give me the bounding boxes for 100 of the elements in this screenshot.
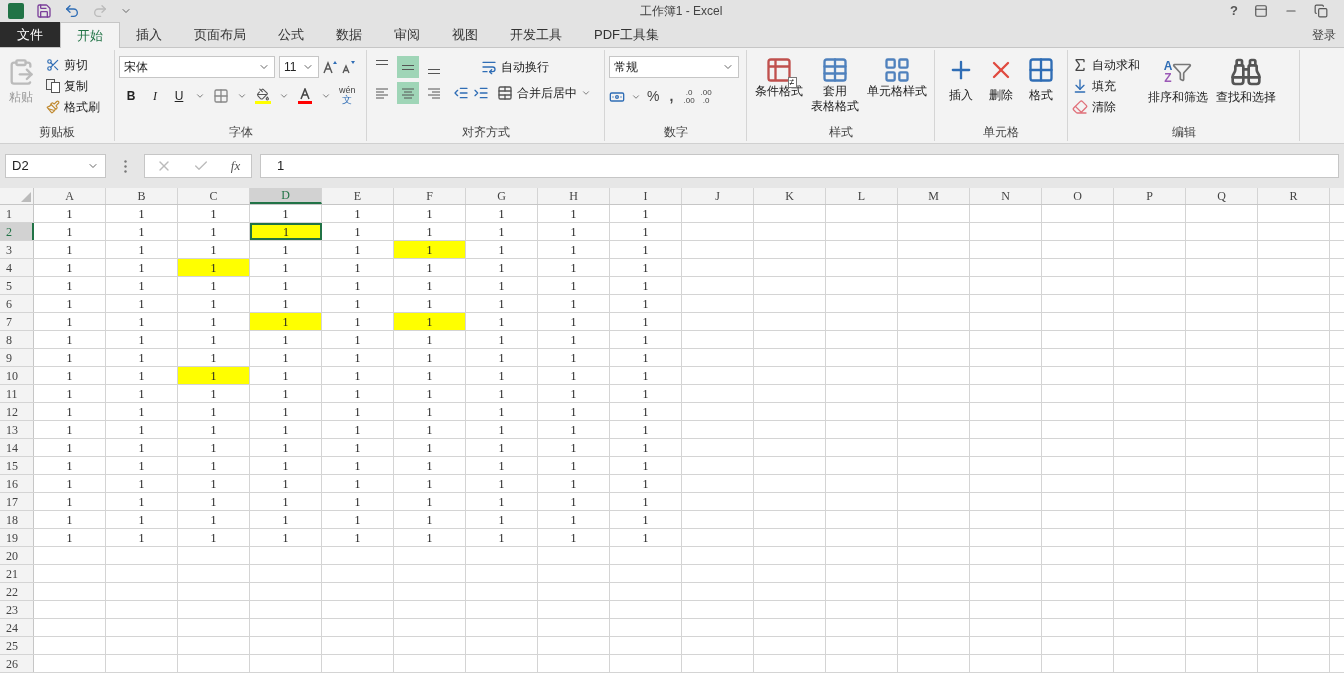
column-header[interactable]: O	[1042, 188, 1114, 204]
restore-icon[interactable]	[1314, 4, 1328, 18]
save-icon[interactable]	[36, 3, 52, 19]
row-header[interactable]: 10	[0, 367, 34, 384]
row-header[interactable]: 4	[0, 259, 34, 276]
column-header[interactable]: D	[250, 188, 322, 204]
row-header[interactable]: 25	[0, 637, 34, 654]
cells-button[interactable]: 格式	[1027, 56, 1055, 104]
insert-function-button[interactable]: fx	[230, 156, 241, 176]
shrink-font-icon[interactable]	[341, 60, 355, 74]
row-header[interactable]: 19	[0, 529, 34, 546]
decimal-button[interactable]: .00 .0	[700, 88, 712, 105]
font-name-field[interactable]: 宋体	[119, 56, 275, 78]
row-header[interactable]: 26	[0, 655, 34, 672]
row-header[interactable]: 17	[0, 493, 34, 510]
styles-button[interactable]: ≠ 条件格式	[754, 56, 803, 114]
table-cell: 1	[538, 493, 610, 510]
sign-in-link[interactable]: 登录	[1304, 22, 1344, 47]
fill-button[interactable]: 填充	[1072, 77, 1140, 95]
help-button[interactable]: ?	[1230, 1, 1238, 21]
phonetic-button[interactable]: wén 文	[339, 86, 356, 105]
number-format-field[interactable]: 常规	[609, 56, 739, 78]
row-header[interactable]: 1	[0, 205, 34, 222]
column-header[interactable]: A	[34, 188, 106, 204]
column-header[interactable]: G	[466, 188, 538, 204]
undo-icon[interactable]	[64, 3, 80, 19]
table-cell: 1	[610, 421, 682, 438]
row-header[interactable]: 23	[0, 601, 34, 618]
align-button[interactable]	[397, 56, 419, 78]
outdent-icon[interactable]	[453, 85, 469, 101]
font-color-icon[interactable]	[297, 87, 313, 104]
row-header[interactable]: 9	[0, 349, 34, 366]
row-header[interactable]: 2	[0, 223, 34, 240]
row-header[interactable]: 11	[0, 385, 34, 402]
column-header[interactable]: R	[1258, 188, 1330, 204]
fill-color-icon[interactable]	[255, 87, 271, 104]
comma-button[interactable]: ,	[665, 86, 678, 107]
styles-button[interactable]: 单元格样式	[866, 56, 927, 114]
formula-input[interactable]: 1	[260, 154, 1339, 178]
row-header[interactable]: 20	[0, 547, 34, 564]
ribbon-tab[interactable]: 开始	[60, 22, 120, 48]
column-header[interactable]: L	[826, 188, 898, 204]
ribbon-tab[interactable]: 开发工具	[494, 22, 578, 47]
font-size-field[interactable]: 11	[279, 56, 319, 78]
wrap-text-button[interactable]: 自动换行	[481, 58, 549, 76]
ribbon-tab[interactable]: 页面布局	[178, 22, 262, 47]
column-header[interactable]: Q	[1186, 188, 1258, 204]
column-header[interactable]: H	[538, 188, 610, 204]
row-header[interactable]: 24	[0, 619, 34, 636]
row-header[interactable]: 13	[0, 421, 34, 438]
column-header[interactable]: N	[970, 188, 1042, 204]
ribbon-tab[interactable]: 视图	[436, 22, 494, 47]
column-header[interactable]: F	[394, 188, 466, 204]
column-header[interactable]: I	[610, 188, 682, 204]
percent-button[interactable]: %	[647, 86, 660, 107]
underline-button[interactable]: U	[171, 86, 187, 105]
ribbon-display-icon[interactable]	[1254, 4, 1268, 18]
grow-font-icon[interactable]	[323, 60, 337, 74]
cells-button[interactable]: 插入	[947, 56, 975, 104]
column-header[interactable]: P	[1114, 188, 1186, 204]
find-select-button[interactable]: 查找和选择	[1216, 56, 1276, 116]
autosum-button[interactable]: 自动求和	[1072, 56, 1140, 74]
cells-button[interactable]: 删除	[987, 56, 1015, 104]
row-header[interactable]: 21	[0, 565, 34, 582]
file-tab[interactable]: 文件	[0, 22, 60, 47]
column-header[interactable]: K	[754, 188, 826, 204]
styles-button[interactable]: 套用 表格格式	[810, 56, 859, 114]
column-header[interactable]: M	[898, 188, 970, 204]
ribbon-tab[interactable]: 审阅	[378, 22, 436, 47]
row-header[interactable]: 5	[0, 277, 34, 294]
ribbon-tab[interactable]: 数据	[320, 22, 378, 47]
format-painter-button[interactable]: 格式刷	[46, 98, 100, 116]
cut-button[interactable]: 剪切	[46, 56, 100, 74]
borders-icon[interactable]	[213, 87, 229, 104]
clear-button[interactable]: 清除	[1072, 98, 1140, 116]
row-header[interactable]: 6	[0, 295, 34, 312]
merge-center-button[interactable]: 合并后居中	[497, 84, 577, 102]
row-header[interactable]: 15	[0, 457, 34, 474]
drag-handle-icon[interactable]	[123, 159, 127, 173]
ribbon-tab[interactable]: 公式	[262, 22, 320, 47]
column-header[interactable]: B	[106, 188, 178, 204]
row-header[interactable]: 7	[0, 313, 34, 330]
ribbon-tab[interactable]: PDF工具集	[578, 22, 675, 47]
row-header[interactable]: 12	[0, 403, 34, 420]
ribbon-tab[interactable]: 插入	[120, 22, 178, 47]
italic-button[interactable]: I	[147, 86, 163, 105]
bold-button[interactable]: B	[123, 86, 139, 105]
row-header[interactable]: 22	[0, 583, 34, 600]
row-header[interactable]: 3	[0, 241, 34, 258]
row-header[interactable]: 14	[0, 439, 34, 456]
column-header[interactable]: E	[322, 188, 394, 204]
row-header[interactable]: 16	[0, 475, 34, 492]
sort-filter-button[interactable]: A Z 排序和筛选	[1148, 56, 1208, 116]
decimal-button[interactable]: .0 .00	[683, 88, 695, 105]
column-header[interactable]: J	[682, 188, 754, 204]
name-box[interactable]: D2	[5, 154, 106, 178]
row-header[interactable]: 8	[0, 331, 34, 348]
row-header[interactable]: 18	[0, 511, 34, 528]
copy-button[interactable]: 复制	[46, 77, 100, 95]
indent-icon[interactable]	[473, 85, 489, 101]
